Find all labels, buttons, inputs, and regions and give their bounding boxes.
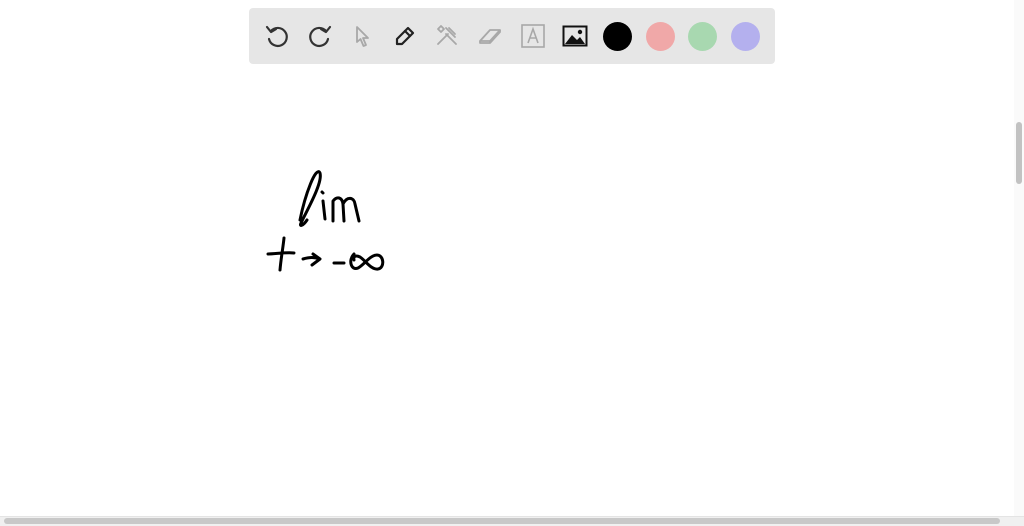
tools-button[interactable] (429, 18, 465, 54)
handwritten-letter-l (298, 170, 322, 227)
drawing-canvas[interactable] (0, 70, 1014, 516)
handwritten-limit-expression (266, 170, 385, 272)
text-tool-button[interactable] (515, 18, 551, 54)
vertical-scrollbar[interactable] (1014, 0, 1024, 516)
color-pink-swatch[interactable] (642, 18, 678, 54)
redo-icon (308, 25, 331, 48)
handwritten-infinity (349, 252, 385, 271)
pointer-icon (356, 26, 370, 47)
tools-icon (437, 25, 458, 45)
handwritten-dot-i (320, 190, 325, 195)
handwritten-letter-t (266, 236, 296, 272)
pen-tool-button[interactable] (387, 18, 423, 54)
undo-button[interactable] (259, 18, 295, 54)
image-tool-button[interactable] (557, 18, 593, 54)
undo-icon (265, 25, 288, 48)
color-green-dot (688, 21, 718, 51)
eraser-icon (479, 29, 501, 44)
horizontal-scroll-thumb[interactable] (4, 518, 1000, 524)
handwritten-letter-i (321, 199, 327, 221)
vertical-scroll-thumb[interactable] (1016, 122, 1022, 184)
color-black-swatch[interactable] (600, 18, 636, 54)
eraser-tool-button[interactable] (472, 18, 508, 54)
horizontal-scrollbar[interactable] (0, 516, 1024, 526)
pen-icon (395, 26, 414, 46)
drawing-toolbar (249, 8, 775, 64)
handwritten-arrow (301, 252, 322, 267)
select-tool-button[interactable] (344, 18, 380, 54)
text-box-icon (520, 24, 545, 48)
color-purple-dot (731, 21, 761, 51)
image-icon (562, 25, 588, 47)
handwritten-letter-m (331, 196, 361, 223)
color-green-swatch[interactable] (685, 18, 721, 54)
color-purple-swatch[interactable] (728, 18, 764, 54)
color-black-dot (603, 21, 633, 51)
redo-button[interactable] (302, 18, 338, 54)
color-pink-dot (645, 21, 675, 51)
